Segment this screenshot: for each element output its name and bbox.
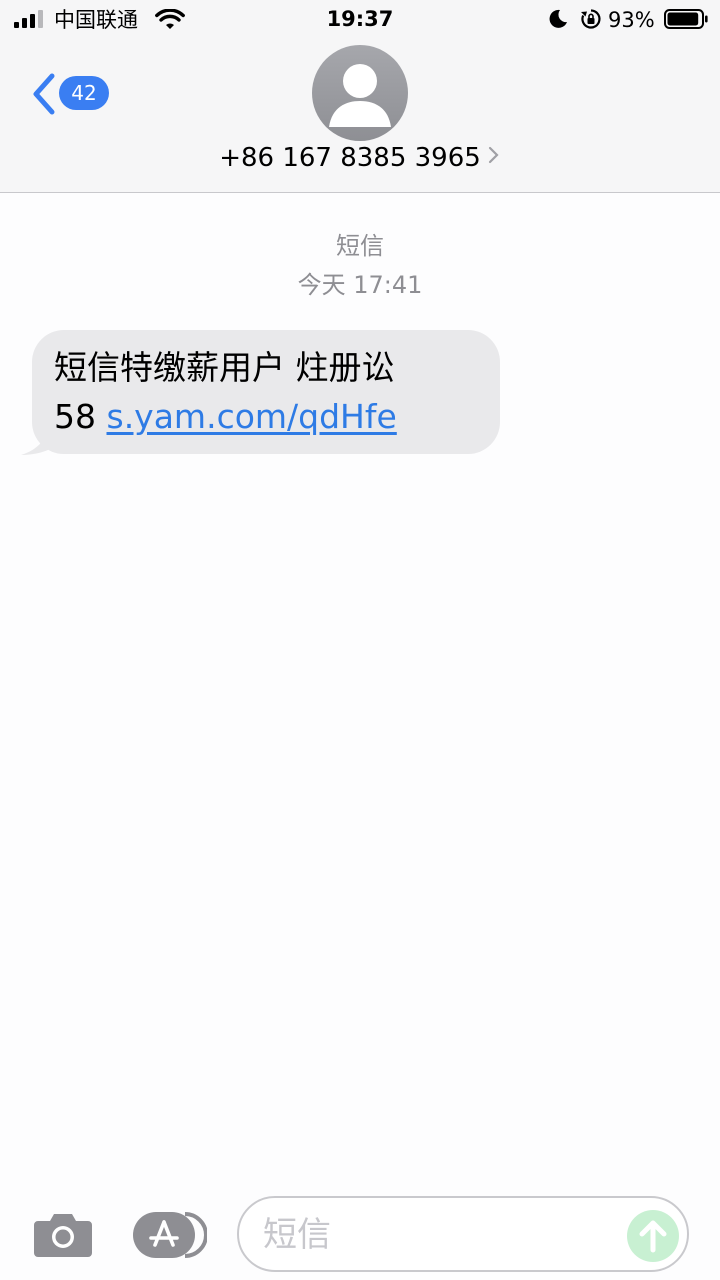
back-button[interactable]: 42 xyxy=(30,72,110,116)
message-input[interactable]: 短信 xyxy=(237,1196,689,1272)
message-input-placeholder: 短信 xyxy=(263,1215,331,1255)
camera-icon[interactable] xyxy=(34,1209,92,1257)
status-bar: 中国联通 19:37 93% xyxy=(0,0,720,40)
message-timestamp: 今天 17:41 xyxy=(297,271,423,299)
message-number: 58 xyxy=(54,397,96,436)
message-link[interactable]: s.yam.com/qdHfe xyxy=(107,397,397,436)
message-line-1: 短信特缴薪用户 炷册讼 xyxy=(54,348,395,387)
contact-number: +86 167 8385 3965 xyxy=(219,143,481,173)
chevron-left-icon xyxy=(33,73,55,115)
messages-app: 中国联通 19:37 93% 42 +86 167 8385 3965 短信 今… xyxy=(0,0,720,1280)
moon-icon xyxy=(549,9,567,28)
battery-icon xyxy=(664,9,708,29)
person-silhouette-icon xyxy=(329,64,391,127)
contact-name[interactable]: +86 167 8385 3965 xyxy=(0,140,720,176)
chevron-right-icon xyxy=(488,146,499,164)
send-button[interactable] xyxy=(627,1210,679,1262)
app-store-icon[interactable] xyxy=(133,1212,207,1258)
conversation-header: 42 +86 167 8385 3965 xyxy=(0,40,720,193)
send-arrow-icon xyxy=(639,1220,667,1253)
battery-percent: 93% xyxy=(608,8,655,32)
rotation-lock-icon xyxy=(581,9,601,29)
message-line-2: 58 s.yam.com/qdHfe xyxy=(54,392,484,441)
message-text: 短信特缴薪用户 炷册讼 58 s.yam.com/qdHfe xyxy=(54,343,484,441)
service-label: 短信 xyxy=(336,232,384,260)
unread-count-badge: 42 xyxy=(59,76,109,110)
avatar-icon[interactable] xyxy=(312,45,408,141)
